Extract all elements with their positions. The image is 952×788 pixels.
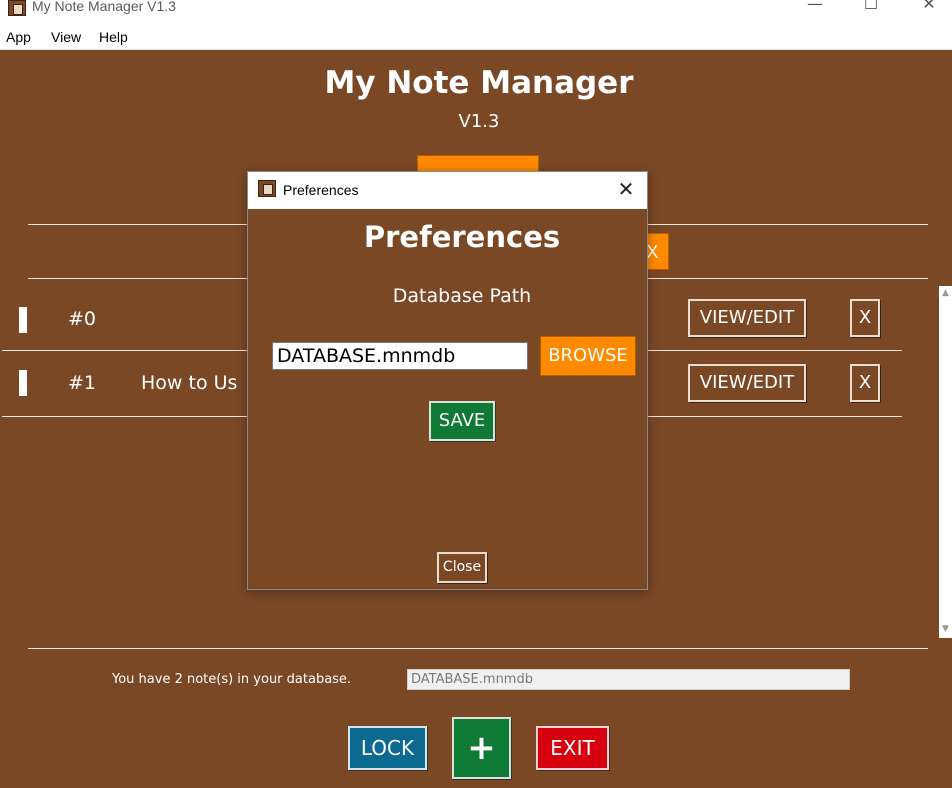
- note-count-status: You have 2 note(s) in your database.: [112, 672, 352, 687]
- menu-app[interactable]: App: [6, 29, 31, 45]
- delete-note-button[interactable]: X: [850, 299, 880, 337]
- note-title[interactable]: How to Us: [141, 372, 237, 394]
- delete-note-button[interactable]: X: [850, 364, 880, 402]
- dialog-titlebar: Preferences ✕: [248, 172, 647, 209]
- menu-help[interactable]: Help: [99, 29, 128, 45]
- menu-view[interactable]: View: [51, 29, 81, 45]
- window-title: My Note Manager V1.3: [32, 0, 176, 14]
- divider: [28, 648, 928, 649]
- note-marker: [19, 370, 27, 396]
- window-titlebar: My Note Manager V1.3 — ☐ ✕: [0, 0, 952, 26]
- lock-button[interactable]: LOCK: [348, 726, 427, 770]
- dialog-app-icon: [258, 180, 276, 197]
- app-title: My Note Manager: [324, 65, 634, 101]
- minimize-button[interactable]: —: [792, 0, 838, 20]
- maximize-button[interactable]: ☐: [848, 0, 894, 20]
- scroll-down-icon[interactable]: ▼: [939, 624, 952, 634]
- note-marker: [19, 307, 27, 333]
- dialog-title: Preferences: [283, 182, 359, 198]
- database-path-input[interactable]: DATABASE.mnmdb: [272, 342, 528, 370]
- save-button[interactable]: SAVE: [429, 401, 495, 441]
- app-version: V1.3: [458, 111, 500, 132]
- view-edit-button[interactable]: VIEW/EDIT: [688, 299, 806, 337]
- dialog-heading: Preferences: [363, 220, 561, 254]
- database-path-label: Database Path: [392, 285, 532, 307]
- dialog-close-icon[interactable]: ✕: [611, 177, 641, 203]
- add-note-button[interactable]: +: [452, 717, 511, 779]
- window-close-button[interactable]: ✕: [906, 0, 952, 20]
- preferences-dialog: Preferences ✕ Preferences Database Path …: [247, 171, 648, 590]
- scroll-up-icon[interactable]: ▲: [939, 288, 952, 298]
- browse-button[interactable]: BROWSE: [540, 336, 636, 376]
- note-id: #0: [68, 308, 97, 330]
- dialog-close-button[interactable]: Close: [437, 552, 487, 583]
- database-path-field: DATABASE.mnmdb: [407, 669, 850, 690]
- app-icon: [8, 0, 26, 16]
- view-edit-button[interactable]: VIEW/EDIT: [688, 364, 806, 402]
- notes-scrollbar[interactable]: ▲ ▼: [939, 286, 952, 638]
- menubar: App View Help: [0, 26, 952, 50]
- exit-button[interactable]: EXIT: [536, 726, 609, 770]
- note-id: #1: [68, 372, 97, 394]
